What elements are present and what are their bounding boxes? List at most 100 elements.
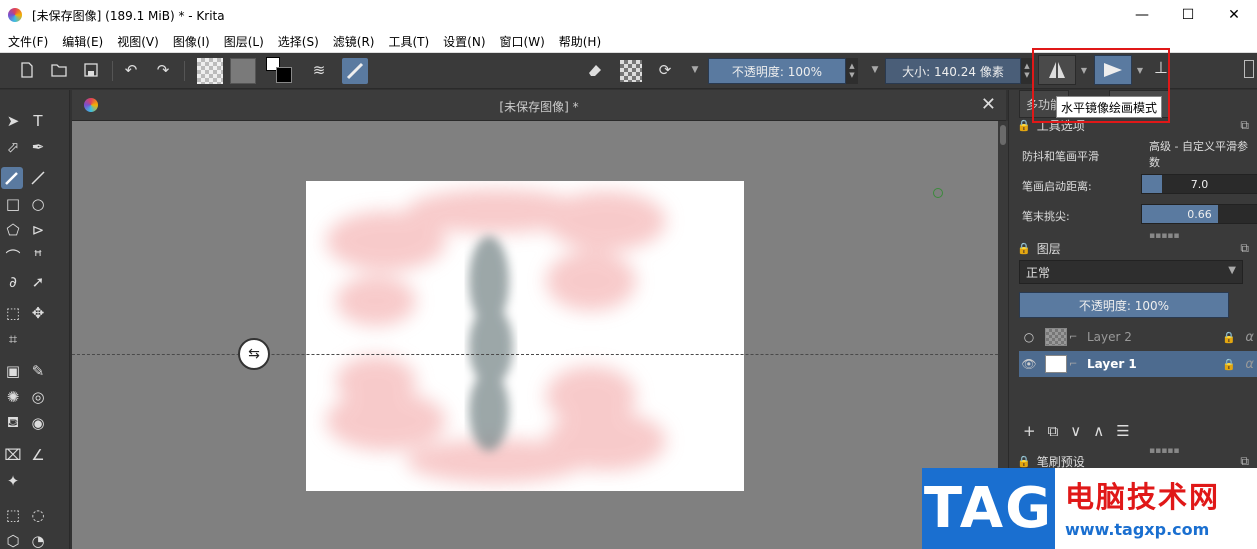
opacity-spin[interactable]: ▲ ▼ [846,58,858,84]
smoothing-select[interactable]: 高级 - 自定义平滑参数 [1149,140,1257,169]
reload-preset-icon[interactable]: ⟳ [654,59,676,81]
alpha-icon[interactable]: α [1245,330,1254,345]
edit-shapes-icon[interactable]: ⬀ [2,136,24,158]
freehand-selection-icon[interactable]: ◔ [27,530,49,549]
select-shapes-icon[interactable]: ➤ [2,110,24,132]
wrap-around-icon[interactable]: ⊥ [1154,58,1168,77]
layer-properties-icon[interactable]: ☰ [1116,422,1129,440]
dynamic-brush-icon[interactable]: ➚ [27,271,49,293]
elliptical-selection-icon[interactable]: ◌ [27,504,49,526]
chevron-down-icon[interactable]: ▼ [684,59,706,81]
reference-tool-icon[interactable]: ✦ [2,470,24,492]
rectangular-selection-icon[interactable]: ⬚ [2,504,24,526]
redo-icon[interactable]: ↷ [152,59,174,81]
open-folder-icon[interactable] [48,59,70,81]
float-docker-icon[interactable]: ⧉ [1240,241,1249,256]
layer-row[interactable]: 👁 ⌐ Layer 1 🔒 α [1019,351,1257,377]
polygon-selection-icon[interactable]: ⬡ [2,530,24,549]
opacity-slider[interactable]: 不透明度: 100% [708,58,846,84]
paper-canvas[interactable] [306,181,744,491]
foreground-background-color-icon[interactable] [266,57,294,85]
float-docker-icon[interactable]: ⧉ [1240,118,1249,133]
enclose-fill-icon[interactable]: ◉ [27,412,49,434]
lock-icon[interactable]: 🔒 [1017,242,1031,255]
brush-settings-icon[interactable]: ≋ [308,59,330,81]
float-docker-icon[interactable]: ⧉ [1240,454,1249,469]
eraser-icon[interactable] [584,59,606,81]
tail-slider[interactable]: 0.66 [1141,204,1257,224]
freehand-brush-icon[interactable] [1,167,23,189]
vertical-mirror-button[interactable] [1094,55,1132,85]
maximize-button[interactable]: ☐ [1165,0,1211,30]
freehand-path-icon[interactable]: ∂ [2,271,24,293]
hidden-eye-icon[interactable]: ○ [1019,330,1039,344]
save-icon[interactable] [80,59,102,81]
menu-view[interactable]: 视图(V) [117,33,159,50]
bezier-path-icon[interactable]: ꟸ [27,245,49,267]
move-tool-icon[interactable]: ✥ [27,302,49,324]
menu-help[interactable]: 帮助(H) [559,33,601,50]
start-distance-slider[interactable]: 7.0 [1141,174,1257,194]
layer-blend-mode-select[interactable]: 正常 ▼ [1019,260,1243,284]
ellipse-tool-icon[interactable]: ○ [27,193,49,215]
lock-icon[interactable]: 🔒 [1222,331,1236,344]
move-layer-down-icon[interactable]: ∨ [1070,422,1081,440]
alpha-icon[interactable]: α [1245,357,1254,372]
close-button[interactable]: ✕ [1211,0,1257,30]
text-tool-icon[interactable]: T [27,110,49,132]
size-slider[interactable]: 大小: 140.24 像素 [885,58,1021,84]
menu-window[interactable]: 窗口(W) [500,33,545,50]
layer-opacity-slider[interactable]: 不透明度: 100% [1019,292,1229,318]
menu-edit[interactable]: 编辑(E) [62,33,103,50]
duplicate-layer-icon[interactable]: ⧉ [1048,422,1059,440]
crop-tool-icon[interactable]: ⌗ [2,328,24,350]
horizontal-mirror-button[interactable] [1038,55,1076,85]
colorize-mask-icon[interactable]: ✺ [2,386,24,408]
lock-icon[interactable]: 🔒 [1222,358,1236,371]
document-tab[interactable]: [未保存图像] * ✕ [72,90,1006,121]
transform-tool-icon[interactable]: ⬚ [2,302,24,324]
polygon-tool-icon[interactable]: ⬠ [2,219,24,241]
alpha-lock-icon[interactable] [620,60,642,82]
layer-row[interactable]: ○ ⌐ Layer 2 🔒 α [1019,324,1257,350]
menu-image[interactable]: 图像(I) [173,33,210,50]
line-tool-icon[interactable] [27,167,49,189]
polyline-tool-icon[interactable]: ⊳ [27,219,49,241]
menu-filter[interactable]: 滤镜(R) [333,33,375,50]
menu-settings[interactable]: 设置(N) [443,33,485,50]
lock-icon[interactable]: 🔒 [1017,455,1031,468]
new-document-icon[interactable] [16,59,38,81]
smart-patch-icon[interactable]: ◎ [27,386,49,408]
brush-preset-icon[interactable] [342,58,368,84]
menu-select[interactable]: 选择(S) [278,33,319,50]
size-spin[interactable]: ▲ ▼ [1021,58,1033,84]
menu-layer[interactable]: 图层(L) [224,33,264,50]
color-picker-icon[interactable]: ✎ [27,360,49,382]
fill-gradient-swatch-icon[interactable] [197,58,223,84]
undo-icon[interactable]: ↶ [120,59,142,81]
measure-tool-icon[interactable]: ∠ [27,444,49,466]
visible-eye-icon[interactable]: 👁 [1019,357,1039,371]
fill-tool-icon[interactable]: ⛾ [2,412,24,434]
minimize-button[interactable]: — [1119,0,1165,30]
assistant-tool-icon[interactable]: ⌧ [2,444,24,466]
lock-icon[interactable]: 🔒 [1017,119,1031,132]
mirror-axis-handle-icon[interactable]: ⇆ [238,338,270,370]
move-layer-up-icon[interactable]: ∧ [1093,422,1104,440]
gradient-tool-icon[interactable]: ▣ [2,360,24,382]
menu-tools[interactable]: 工具(T) [388,33,429,50]
close-document-icon[interactable]: ✕ [981,94,996,115]
rectangle-tool-icon[interactable]: □ [2,193,24,215]
resize-grip[interactable]: ▪▪▪▪▪ [1149,231,1180,241]
trash-icon[interactable] [1244,60,1254,78]
add-layer-icon[interactable]: + [1023,422,1036,440]
bezier-curve-icon[interactable]: ⌒ [2,245,24,267]
fill-pattern-swatch-icon[interactable] [230,58,256,84]
chevron-down-icon[interactable]: ▼ [1078,55,1090,85]
chevron-down-icon[interactable]: ▼ [1134,55,1146,85]
resize-grip[interactable]: ▪▪▪▪▪ [1149,446,1180,456]
chevron-down-icon[interactable]: ▼ [864,59,886,81]
calligraphy-icon[interactable]: ✒ [27,136,49,158]
menu-file[interactable]: 文件(F) [8,33,48,50]
mirror-axis-line [72,354,998,355]
